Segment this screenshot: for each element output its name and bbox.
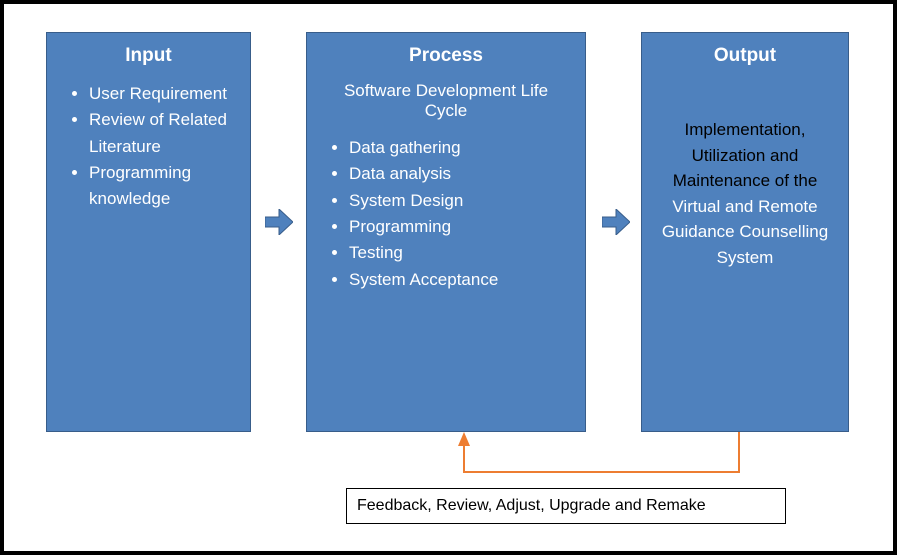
list-item: Review of Related Literature	[89, 107, 236, 160]
process-subtitle: Software Development Life Cycle	[321, 81, 571, 121]
list-item: Data gathering	[349, 135, 571, 161]
list-item: User Requirement	[89, 81, 236, 107]
process-box: Process Software Development Life Cycle …	[306, 32, 586, 432]
list-item: Data analysis	[349, 161, 571, 187]
list-item: System Design	[349, 188, 571, 214]
output-text-part2: Virtual and Remote Guidance Counselling …	[662, 197, 828, 267]
process-title: Process	[321, 45, 571, 67]
output-text-part1: Implementation, Utilization and Maintena…	[673, 120, 818, 190]
list-item: Testing	[349, 240, 571, 266]
output-box: Output Implementation, Utilization and M…	[641, 32, 849, 432]
input-title: Input	[61, 45, 236, 67]
feedback-connector	[454, 432, 754, 492]
process-list: Data gathering Data analysis System Desi…	[321, 135, 571, 293]
list-item: Programming knowledge	[89, 160, 236, 213]
list-item: Programming	[349, 214, 571, 240]
input-list: User Requirement Review of Related Liter…	[61, 81, 236, 213]
output-title: Output	[656, 45, 834, 67]
diagram-frame: Input User Requirement Review of Related…	[0, 0, 897, 555]
list-item: System Acceptance	[349, 267, 571, 293]
output-description: Implementation, Utilization and Maintena…	[656, 117, 834, 270]
input-box: Input User Requirement Review of Related…	[46, 32, 251, 432]
arrow-right-icon	[265, 209, 293, 235]
arrow-right-icon	[602, 209, 630, 235]
feedback-label: Feedback, Review, Adjust, Upgrade and Re…	[346, 488, 786, 524]
